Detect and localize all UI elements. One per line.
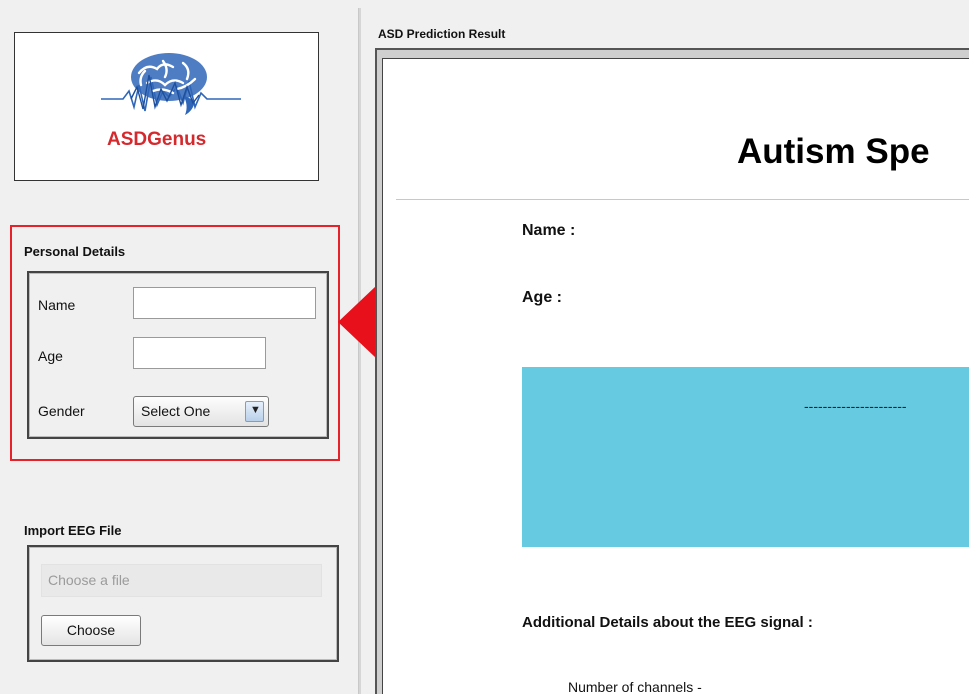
logo-text: ASDGenus xyxy=(107,129,207,150)
choose-file-button[interactable]: Choose xyxy=(41,615,141,646)
channels-label: Number of channels - xyxy=(568,679,702,695)
report-age-label: Age : xyxy=(522,289,562,306)
report-name-label: Name : xyxy=(522,222,576,239)
dropdown-arrow-icon: ▼ xyxy=(250,404,261,416)
result-banner xyxy=(522,367,969,547)
report-heading: Autism Spe xyxy=(737,132,930,171)
eeg-details-title: Additional Details about the EEG signal … xyxy=(522,614,813,631)
left-panel: ASDGenus Personal Details Name Age Gende… xyxy=(0,0,360,694)
age-label: Age xyxy=(38,348,63,364)
logo-panel: ASDGenus xyxy=(14,32,319,181)
gender-dropdown-button[interactable]: ▼ xyxy=(245,401,264,422)
result-banner-text: ---------------------- xyxy=(804,398,907,414)
personal-details-title: Personal Details xyxy=(24,244,126,259)
age-field[interactable] xyxy=(133,337,266,369)
result-panel-title: ASD Prediction Result xyxy=(378,27,506,41)
gender-select[interactable]: Select One ▼ xyxy=(133,396,269,427)
heading-divider xyxy=(396,199,969,200)
file-path-field[interactable]: Choose a file xyxy=(41,564,322,597)
name-label: Name xyxy=(38,297,76,313)
name-field[interactable] xyxy=(133,287,316,319)
gender-label: Gender xyxy=(38,403,85,419)
import-eeg-title: Import EEG File xyxy=(24,523,122,538)
brain-eeg-logo-icon xyxy=(101,53,241,115)
gender-selected-value: Select One xyxy=(141,403,211,419)
app-window: ASDGenus Personal Details Name Age Gende… xyxy=(0,0,969,695)
